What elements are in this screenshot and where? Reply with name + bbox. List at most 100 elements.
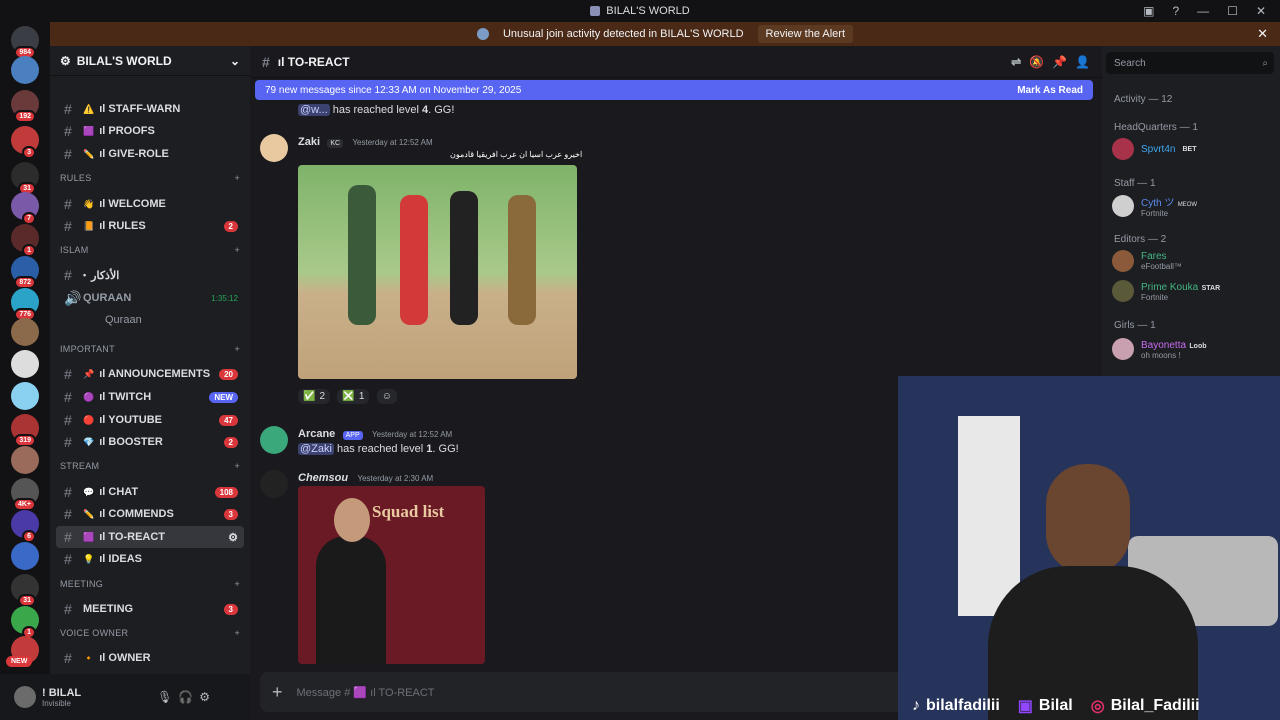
guild-icon[interactable] bbox=[11, 446, 39, 474]
channel-item[interactable]: Quraan bbox=[56, 309, 244, 331]
guild-icon[interactable]: 31 bbox=[11, 574, 39, 607]
author-name[interactable]: Chemsou bbox=[298, 472, 348, 484]
new-badge: NEW bbox=[6, 656, 33, 667]
channel-item[interactable]: # 🔸 ıl OWNER bbox=[56, 647, 244, 669]
channel-item[interactable]: # 💬 ıl CHAT 108 bbox=[56, 481, 244, 503]
channel-item[interactable]: # ⚠️ ıl STAFF-WARN bbox=[56, 98, 244, 120]
add-attachment-icon[interactable]: + bbox=[272, 682, 283, 703]
add-reaction-icon[interactable]: ☺ bbox=[376, 389, 397, 404]
avatar[interactable] bbox=[260, 134, 288, 162]
guild-icon[interactable]: 872 bbox=[11, 256, 39, 289]
channel-item[interactable]: # 💎 ıl BOOSTER 2 bbox=[56, 431, 244, 453]
add-channel-icon[interactable]: + bbox=[234, 628, 240, 638]
guild-icon[interactable] bbox=[11, 382, 39, 410]
gear-icon[interactable]: ⚙ bbox=[228, 531, 238, 544]
guild-icon[interactable] bbox=[11, 542, 39, 570]
avatar[interactable] bbox=[260, 470, 288, 498]
guild-icon[interactable]: 776 bbox=[11, 288, 39, 321]
bell-icon[interactable]: 🔕 bbox=[1029, 55, 1044, 69]
inbox-icon[interactable]: ▣ bbox=[1143, 4, 1154, 18]
channel-item[interactable]: # 🟪 ıl TO-REACT ⚙ bbox=[56, 526, 244, 548]
hash-icon: # bbox=[64, 650, 72, 666]
author-name[interactable]: Zaki bbox=[298, 136, 320, 148]
guild-icon[interactable]: 6 bbox=[11, 510, 39, 543]
attached-image[interactable]: Squad list bbox=[298, 486, 485, 664]
channel-emoji-icon: 📌 bbox=[83, 368, 95, 379]
help-icon[interactable]: ? bbox=[1172, 4, 1179, 18]
attached-image[interactable] bbox=[298, 165, 577, 379]
channel-item[interactable]: # • الأذكار bbox=[56, 264, 244, 286]
add-channel-icon[interactable]: + bbox=[234, 245, 240, 255]
channel-item[interactable]: # 🟣 ıl TWITCH NEW bbox=[56, 386, 244, 408]
channel-item[interactable]: # ✏️ ıl GIVE-ROLE bbox=[56, 143, 244, 165]
channel-item[interactable]: # 👋 ıl WELCOME bbox=[56, 193, 244, 215]
voice-timer: 1:35:12 bbox=[211, 293, 238, 303]
guild-icon[interactable] bbox=[11, 350, 39, 378]
add-channel-icon[interactable]: + bbox=[234, 461, 240, 471]
channel-item[interactable]: # MEETING 3 bbox=[56, 598, 244, 620]
channel-item[interactable]: # 📌 ıl ANNOUNCEMENTS 20 bbox=[56, 363, 244, 385]
search-input[interactable]: Search ⌕ bbox=[1106, 52, 1274, 74]
review-alert-button[interactable]: Review the Alert bbox=[757, 25, 854, 43]
channel-label: ıl CHAT bbox=[99, 486, 139, 498]
guild-icon[interactable]: 319 bbox=[11, 414, 39, 447]
members-icon[interactable]: 👤 bbox=[1075, 55, 1090, 69]
person-head bbox=[1046, 464, 1130, 574]
member-item[interactable]: Spvrt4n BET bbox=[1112, 138, 1196, 160]
new-messages-bar[interactable]: 79 new messages since 12:33 AM on Novemb… bbox=[255, 80, 1093, 100]
guild-icon[interactable]: 4K+ bbox=[11, 478, 39, 511]
guild-icon[interactable]: 31 bbox=[11, 162, 39, 195]
reaction-check[interactable]: ✅ 2 bbox=[298, 389, 331, 404]
channel-item[interactable]: # 📙 ıl RULES 2 bbox=[56, 215, 244, 237]
guild-icon[interactable]: 984 bbox=[11, 26, 39, 59]
close-button[interactable]: ✕ bbox=[1256, 4, 1266, 18]
avatar[interactable] bbox=[260, 426, 288, 454]
channel-item[interactable]: # 🟪 ıl PROOFS bbox=[56, 120, 244, 142]
guild-icon[interactable] bbox=[11, 318, 39, 346]
mention[interactable]: @w... bbox=[298, 104, 330, 116]
mention[interactable]: @Zaki bbox=[298, 443, 334, 455]
message: @w... has reached level 4. GG! bbox=[298, 104, 455, 116]
close-alert-icon[interactable]: ✕ bbox=[1257, 26, 1268, 42]
member-item[interactable]: Fares eFootball™ bbox=[1112, 250, 1182, 272]
channel-item[interactable]: # 🔴 ıl YOUTUBE 47 bbox=[56, 409, 244, 431]
channel-category[interactable]: IMPORTANT + bbox=[60, 344, 240, 354]
channel-emoji-icon: ✏️ bbox=[83, 148, 95, 159]
guild-icon[interactable]: 7 bbox=[11, 192, 39, 225]
message-input[interactable]: Message # 🟪 ıl TO-REACT bbox=[297, 686, 435, 699]
unread-badge: 20 bbox=[219, 368, 238, 380]
channel-item[interactable]: 🔊 QURAAN 1:35:12 bbox=[56, 287, 244, 309]
add-channel-icon[interactable]: + bbox=[234, 344, 240, 354]
guild-icon[interactable]: 3 bbox=[11, 126, 39, 159]
maximize-button[interactable]: ☐ bbox=[1227, 4, 1238, 18]
channel-category[interactable]: ISLAM + bbox=[60, 245, 240, 255]
mark-as-read-button[interactable]: Mark As Read bbox=[1017, 85, 1083, 96]
activity-header[interactable]: Activity — 12 bbox=[1114, 94, 1172, 105]
member-item[interactable]: Cyth ツ MEOW Fortnite bbox=[1112, 194, 1197, 218]
server-header[interactable]: ⚙ BILAL'S WORLD ⌄ bbox=[50, 46, 250, 76]
minimize-button[interactable]: — bbox=[1197, 4, 1209, 18]
user-status: Invisible bbox=[42, 698, 71, 708]
channel-item[interactable]: # 💡 ıl IDEAS bbox=[56, 548, 244, 570]
channel-category[interactable]: MEETING + bbox=[60, 579, 240, 589]
member-item[interactable]: Prime Kouka STAR Fortnite bbox=[1112, 279, 1220, 302]
channel-category[interactable]: STREAM + bbox=[60, 461, 240, 471]
guild-icon[interactable] bbox=[11, 56, 39, 84]
threads-icon[interactable]: ⇌ bbox=[1011, 55, 1021, 69]
reaction-cross[interactable]: ❎ 1 bbox=[337, 389, 370, 404]
add-channel-icon[interactable]: + bbox=[234, 173, 240, 183]
avatar[interactable] bbox=[14, 686, 36, 708]
channel-category[interactable]: VOICE OWNER + bbox=[60, 628, 240, 638]
guild-icon[interactable]: 1 bbox=[11, 224, 39, 257]
channel-category[interactable]: RULES + bbox=[60, 173, 240, 183]
gear-icon[interactable]: ⚙ bbox=[199, 690, 210, 704]
channel-item[interactable]: # ✏️ ıl COMMENDS 3 bbox=[56, 503, 244, 525]
guild-icon[interactable]: 192 bbox=[11, 90, 39, 123]
member-item[interactable]: Bayonetta Loob oh moons ! bbox=[1112, 337, 1207, 360]
pin-icon[interactable]: 📌 bbox=[1052, 55, 1067, 69]
add-channel-icon[interactable]: + bbox=[234, 579, 240, 589]
guild-icon[interactable]: 1 bbox=[11, 606, 39, 639]
headset-icon[interactable]: 🎧 bbox=[178, 690, 193, 704]
author-name[interactable]: Arcane bbox=[298, 428, 335, 440]
microphone-icon[interactable]: 🎙 bbox=[157, 690, 172, 704]
